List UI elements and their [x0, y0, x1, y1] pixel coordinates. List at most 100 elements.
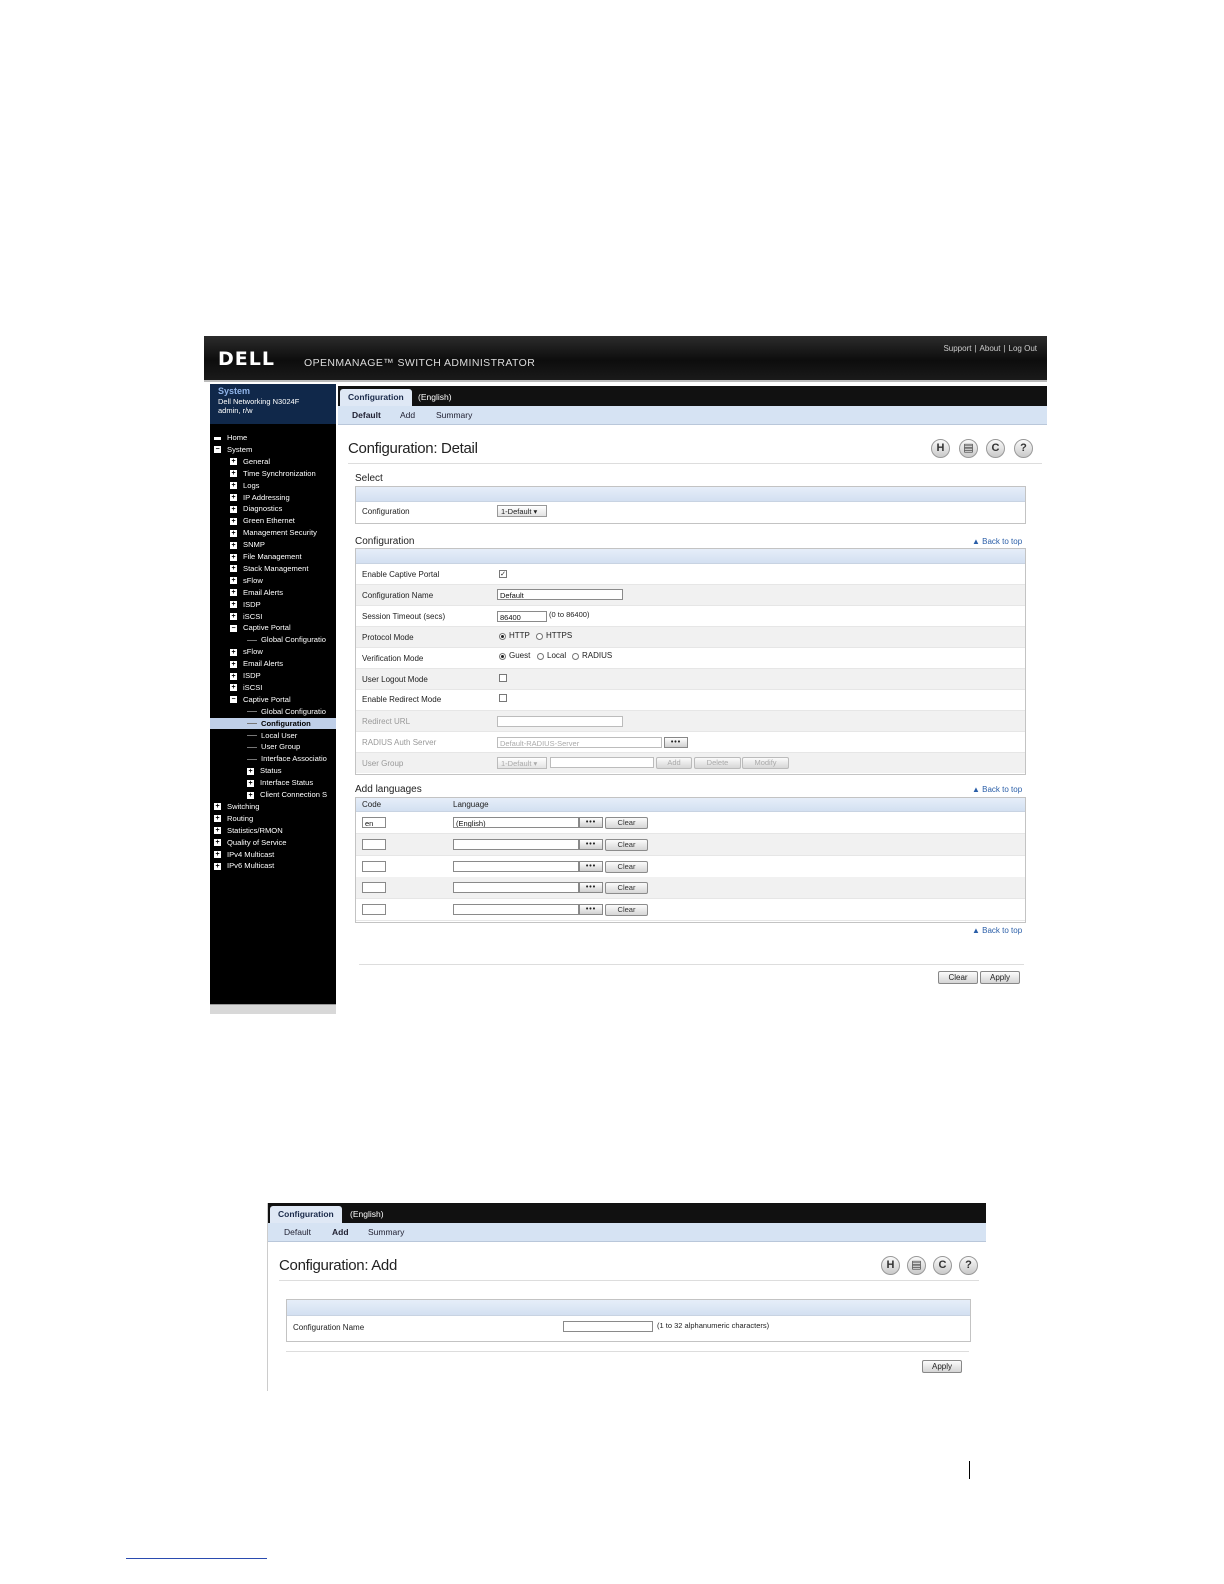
user-logout-mode-checkbox[interactable] — [499, 674, 507, 682]
back-to-top-link[interactable]: ▲ Back to top — [972, 785, 1022, 794]
expand-icon[interactable]: + — [230, 505, 237, 513]
language-name-input[interactable]: (English) — [453, 817, 579, 828]
tab-configuration[interactable]: Configuration — [340, 389, 412, 406]
language-code-input[interactable]: en — [362, 817, 386, 828]
language-name-input[interactable] — [453, 904, 579, 916]
language-picker-button[interactable]: ••• — [579, 904, 603, 916]
nav-tree-item[interactable]: + Switching — [210, 801, 336, 812]
user-group-modify-button[interactable]: Modify — [742, 757, 789, 769]
apply-button[interactable]: Apply — [922, 1360, 962, 1373]
expand-icon[interactable]: + — [230, 672, 237, 680]
subtab-add[interactable]: Add — [332, 1223, 349, 1241]
tab-configuration[interactable]: Configuration — [270, 1206, 342, 1223]
nav-tree-item[interactable]: User Group — [210, 741, 336, 752]
print-icon[interactable]: ▤ — [959, 439, 978, 458]
save-icon[interactable]: H — [931, 439, 950, 458]
nav-tree-item[interactable]: Configuration — [210, 717, 336, 729]
save-icon[interactable]: H — [881, 1256, 900, 1275]
nav-tree-item[interactable]: + Time Synchronization — [210, 468, 336, 479]
expand-icon[interactable]: + — [230, 684, 237, 692]
nav-tree-item[interactable]: − Captive Portal — [210, 694, 336, 705]
user-group-input[interactable] — [550, 757, 654, 768]
language-clear-button[interactable]: Clear — [605, 838, 648, 851]
nav-tree-item[interactable]: − System — [210, 444, 336, 455]
back-to-top-link[interactable]: ▲ Back to top — [972, 926, 1022, 935]
nav-tree-item[interactable]: + Quality of Service — [210, 837, 336, 848]
radius-auth-server-input[interactable]: Default-RADIUS-Server — [497, 737, 662, 748]
user-group-select[interactable]: 1-Default ▾ — [497, 757, 547, 769]
protocol-https-radio[interactable] — [536, 633, 543, 640]
enable-redirect-mode-checkbox[interactable] — [499, 694, 507, 702]
nav-tree-item[interactable]: + Stack Management — [210, 563, 336, 574]
verification-guest-radio[interactable] — [499, 653, 506, 660]
language-clear-button[interactable]: Clear — [605, 882, 648, 895]
nav-tree-item[interactable]: Home — [210, 432, 336, 443]
subtab-default[interactable]: Default — [284, 1223, 311, 1241]
tab-english[interactable]: (English) — [410, 389, 460, 406]
nav-tree-item[interactable]: Global Configuratio — [210, 634, 336, 645]
nav-tree-item[interactable]: + General — [210, 456, 336, 467]
help-icon[interactable]: ? — [1014, 439, 1033, 458]
expand-icon[interactable]: + — [230, 589, 237, 597]
expand-icon[interactable]: + — [230, 553, 237, 561]
expand-icon[interactable]: + — [230, 577, 237, 585]
collapse-icon[interactable]: − — [230, 624, 237, 632]
protocol-http-radio[interactable] — [499, 633, 506, 640]
language-clear-button[interactable]: Clear — [605, 817, 648, 829]
nav-tree-item[interactable]: + sFlow — [210, 575, 336, 586]
configuration-name-input[interactable] — [563, 1321, 653, 1332]
expand-icon[interactable]: + — [247, 767, 254, 775]
language-clear-button[interactable]: Clear — [605, 904, 648, 917]
expand-icon[interactable]: + — [214, 839, 221, 847]
expand-icon[interactable]: + — [230, 482, 237, 490]
language-code-input[interactable] — [362, 860, 386, 872]
expand-icon[interactable]: + — [214, 815, 221, 823]
expand-icon[interactable]: + — [230, 565, 237, 573]
subtab-add[interactable]: Add — [400, 406, 415, 424]
clear-button[interactable]: Clear — [938, 971, 978, 984]
nav-tree-item[interactable]: + sFlow — [210, 646, 336, 657]
nav-tree-item[interactable]: + Management Security — [210, 527, 336, 538]
expand-icon[interactable]: + — [230, 613, 237, 620]
nav-tree-item[interactable]: Interface Associatio — [210, 753, 336, 764]
collapse-icon[interactable]: − — [214, 446, 221, 454]
expand-icon[interactable]: + — [214, 803, 221, 811]
nav-tree-item[interactable]: − Captive Portal — [210, 622, 336, 633]
help-icon[interactable]: ? — [959, 1256, 978, 1275]
horizontal-scrollbar[interactable] — [210, 1004, 336, 1014]
expand-icon[interactable]: + — [230, 529, 237, 537]
user-group-delete-button[interactable]: Delete — [694, 757, 741, 769]
nav-tree-item[interactable]: + SNMP — [210, 539, 336, 550]
language-clear-button[interactable]: Clear — [605, 860, 648, 873]
session-timeout-input[interactable]: 86400 — [497, 611, 547, 622]
apply-button[interactable]: Apply — [980, 971, 1020, 984]
nav-tree-item[interactable]: + Status — [210, 765, 336, 776]
tab-english[interactable]: (English) — [342, 1206, 392, 1223]
logout-link[interactable]: Log Out — [1009, 344, 1037, 353]
language-picker-button[interactable]: ••• — [579, 817, 603, 828]
language-picker-button[interactable]: ••• — [579, 882, 603, 894]
expand-icon[interactable]: + — [230, 494, 237, 501]
expand-icon[interactable]: + — [230, 601, 237, 609]
language-name-input[interactable] — [453, 838, 579, 850]
redirect-url-input[interactable] — [497, 716, 623, 727]
configuration-name-input[interactable]: Default — [497, 589, 623, 600]
back-to-top-link[interactable]: ▲ Back to top — [972, 537, 1022, 546]
nav-tree-item[interactable]: + iSCSI — [210, 611, 336, 622]
language-picker-button[interactable]: ••• — [579, 860, 603, 872]
expand-icon[interactable]: + — [230, 648, 237, 656]
nav-tree-item[interactable]: + iSCSI — [210, 682, 336, 693]
nav-tree-item[interactable]: Local User — [210, 730, 336, 741]
configuration-select[interactable]: 1-Default ▾ — [497, 505, 547, 517]
language-code-input[interactable] — [362, 838, 386, 850]
nav-tree-item[interactable]: + Interface Status — [210, 777, 336, 788]
nav-tree-item[interactable]: + IPv6 Multicast — [210, 860, 336, 871]
enable-captive-portal-checkbox[interactable]: ✓ — [499, 570, 507, 578]
nav-tree-item[interactable]: + Email Alerts — [210, 587, 336, 598]
expand-icon[interactable]: + — [247, 779, 254, 787]
verification-radius-radio[interactable] — [572, 653, 579, 660]
expand-icon[interactable]: + — [230, 470, 237, 478]
user-group-add-button[interactable]: Add — [656, 757, 692, 769]
nav-tree-item[interactable]: + IP Addressing — [210, 492, 336, 503]
expand-icon[interactable]: + — [230, 660, 237, 668]
